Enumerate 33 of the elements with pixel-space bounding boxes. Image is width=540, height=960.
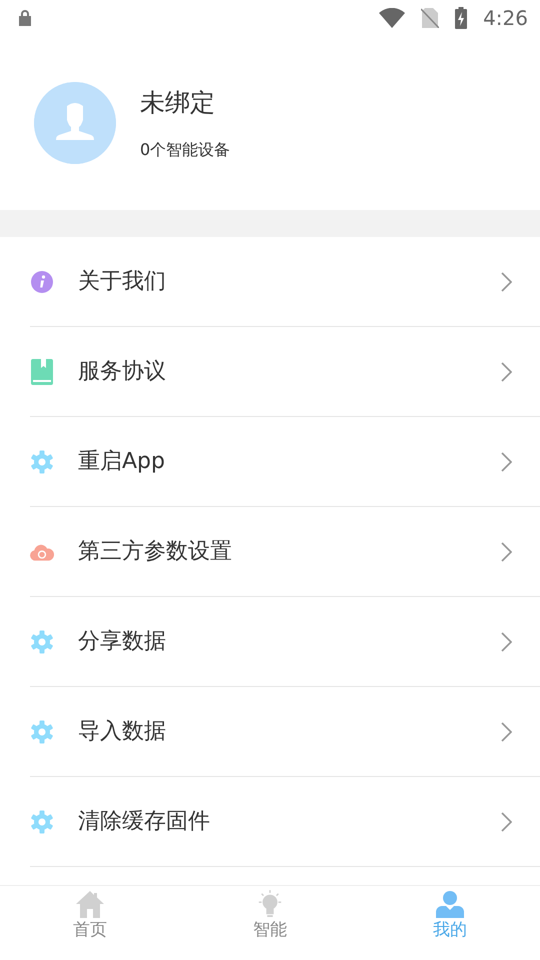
no-sim-icon	[421, 8, 440, 28]
home-icon	[75, 890, 105, 918]
chevron-icon	[501, 542, 512, 562]
menu-item[interactable]: 分享数据	[30, 597, 540, 687]
chevron-icon	[501, 632, 512, 652]
device-count: 0个智能设备	[140, 138, 230, 161]
gear-icon	[30, 630, 54, 654]
menu-item[interactable]: 清除缓存固件	[30, 777, 540, 867]
tab[interactable]: 智能	[180, 886, 360, 960]
tab[interactable]: 首页	[0, 886, 180, 960]
gear-icon	[30, 450, 54, 474]
menu-item[interactable]: 重启App	[30, 417, 540, 507]
gear-icon	[30, 720, 54, 744]
profile-name: 未绑定	[140, 87, 216, 120]
menu-item[interactable]: 关于我们	[30, 237, 540, 327]
info-icon	[30, 270, 54, 294]
wifi-icon	[379, 8, 406, 28]
chevron-icon	[501, 272, 512, 292]
lightbulb-icon	[257, 890, 283, 918]
chevron-icon	[501, 812, 512, 832]
chevron-icon	[501, 722, 512, 742]
clock-time: 4:26	[483, 5, 528, 32]
menu-item[interactable]: 服务协议	[30, 327, 540, 417]
avatar-icon	[34, 82, 116, 164]
book-icon	[31, 358, 53, 384]
battery-icon	[455, 7, 468, 29]
person-icon	[436, 890, 464, 918]
chevron-icon	[501, 452, 512, 472]
menu-item[interactable]: 第三方参数设置	[30, 507, 540, 597]
lock-icon	[18, 10, 32, 26]
menu-item[interactable]: 导入数据	[30, 687, 540, 777]
chevron-icon	[501, 362, 512, 382]
gear-icon	[30, 810, 54, 834]
